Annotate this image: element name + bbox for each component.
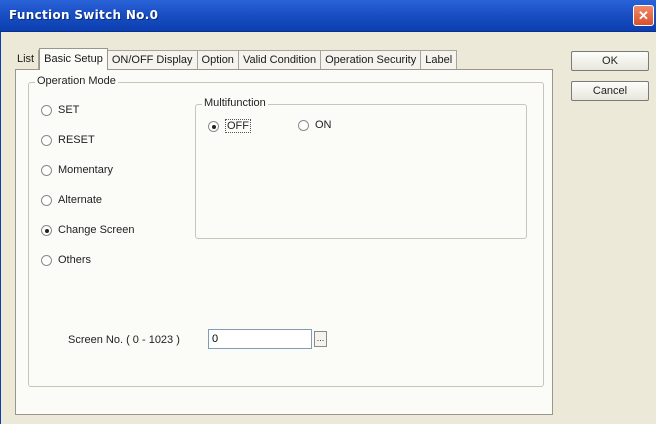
radio-change-screen-label: Change Screen <box>58 224 135 236</box>
tab-valid-condition[interactable]: Valid Condition <box>238 50 322 70</box>
radio-reset-indicator <box>41 134 52 146</box>
tab-strip: List Basic Setup ON/OFF Display Option V… <box>15 48 458 70</box>
radio-multifunction-on-label: ON <box>315 119 332 131</box>
multifunction-group: Multifunction OFF ON <box>195 97 527 239</box>
basic-setup-panel: Operation Mode SET RESET Momentary Alter… <box>15 69 553 415</box>
radio-multifunction-off-indicator <box>208 120 219 132</box>
tab-on-off-display[interactable]: ON/OFF Display <box>107 50 198 70</box>
radio-reset-label: RESET <box>58 134 95 146</box>
title-bar: Function Switch No.0 ✕ <box>0 0 656 32</box>
tab-list[interactable]: List <box>15 50 40 70</box>
radio-others-label: Others <box>58 254 92 266</box>
radio-change-screen[interactable]: Change Screen <box>41 224 134 236</box>
radio-others[interactable]: Others <box>41 254 91 266</box>
radio-reset[interactable]: RESET <box>41 134 95 146</box>
tab-basic-setup[interactable]: Basic Setup <box>39 48 108 70</box>
radio-multifunction-off[interactable]: OFF <box>208 119 251 133</box>
radio-momentary-label: Momentary <box>58 164 114 176</box>
radio-others-indicator <box>41 254 52 266</box>
window-title: Function Switch No.0 <box>9 8 159 22</box>
ok-button[interactable]: OK <box>571 51 649 71</box>
radio-set-label: SET <box>58 104 80 116</box>
radio-momentary-indicator <box>41 164 52 176</box>
radio-set-indicator <box>41 104 52 116</box>
radio-momentary[interactable]: Momentary <box>41 164 113 176</box>
tab-operation-security[interactable]: Operation Security <box>321 50 422 70</box>
screen-no-input[interactable] <box>208 329 312 349</box>
radio-multifunction-off-label: OFF <box>225 119 251 133</box>
radio-change-screen-indicator <box>41 224 52 236</box>
radio-alternate-label: Alternate <box>58 194 103 206</box>
radio-multifunction-on-indicator <box>298 119 309 131</box>
radio-alternate-indicator <box>41 194 52 206</box>
radio-alternate[interactable]: Alternate <box>41 194 102 206</box>
cancel-button[interactable]: Cancel <box>571 81 649 101</box>
operation-mode-title: Operation Mode <box>35 75 118 87</box>
close-icon: ✕ <box>638 8 649 23</box>
dialog-window: List Basic Setup ON/OFF Display Option V… <box>0 32 656 424</box>
tab-label[interactable]: Label <box>421 50 458 70</box>
screen-no-label: Screen No. ( 0 - 1023 ) <box>68 334 180 346</box>
screen-browse-button[interactable]: ... <box>314 331 327 347</box>
close-button[interactable]: ✕ <box>633 5 654 26</box>
tab-option[interactable]: Option <box>197 50 239 70</box>
multifunction-title: Multifunction <box>202 97 268 109</box>
radio-set[interactable]: SET <box>41 104 79 116</box>
radio-multifunction-on[interactable]: ON <box>298 119 332 131</box>
